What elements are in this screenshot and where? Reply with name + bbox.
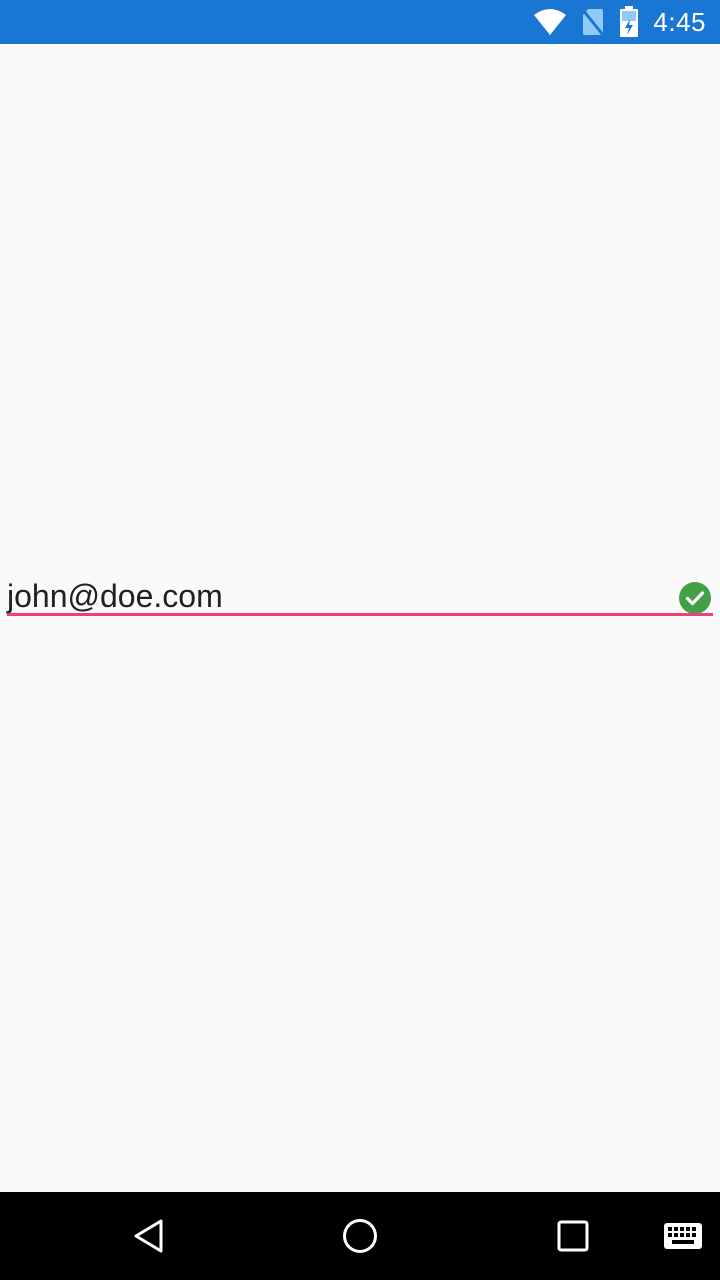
- home-button[interactable]: [336, 1212, 384, 1260]
- battery-charging-icon: [620, 6, 639, 37]
- back-icon: [134, 1219, 163, 1253]
- check-circle-icon: [679, 582, 711, 614]
- app-screen: 4:45 john@doe.com: [0, 0, 720, 1280]
- navigation-bar: [0, 1192, 720, 1280]
- home-icon: [343, 1219, 377, 1253]
- recents-icon: [557, 1220, 589, 1252]
- main-content: john@doe.com: [0, 44, 720, 1192]
- status-icons: 4:45: [533, 0, 706, 44]
- no-sim-icon: [582, 9, 605, 36]
- status-time: 4:45: [653, 6, 706, 37]
- email-input[interactable]: john@doe.com: [7, 576, 223, 616]
- keyboard-button[interactable]: [659, 1212, 707, 1260]
- keyboard-icon: [664, 1223, 702, 1249]
- status-bar: 4:45: [0, 0, 720, 44]
- email-field-underline: [7, 613, 713, 616]
- back-button[interactable]: [124, 1212, 172, 1260]
- recents-button[interactable]: [549, 1212, 597, 1260]
- wifi-icon: [534, 9, 567, 35]
